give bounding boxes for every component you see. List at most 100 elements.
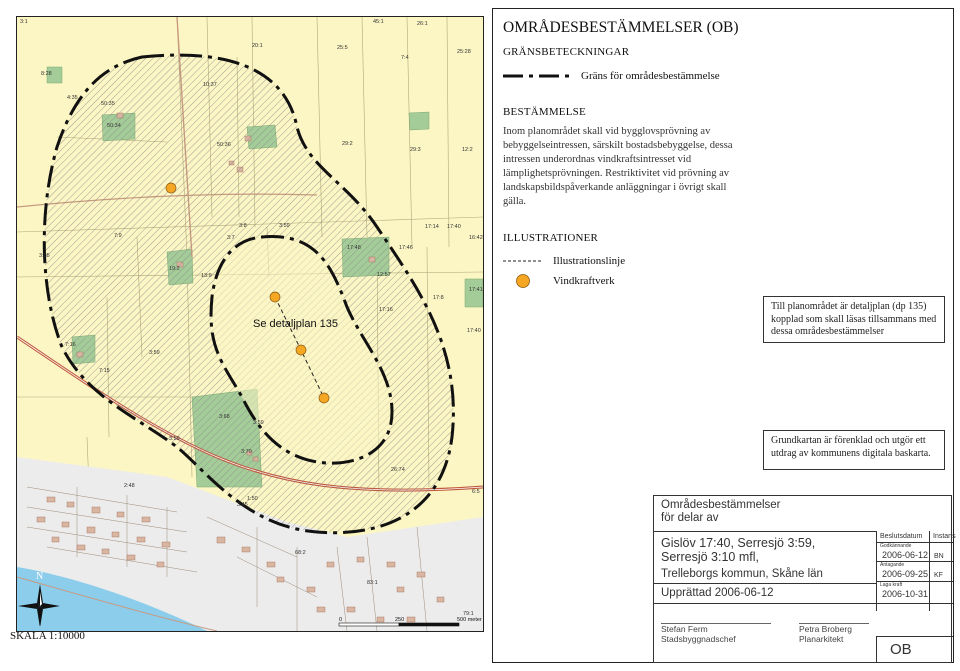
compass-icon: N — [18, 571, 60, 628]
building — [61, 521, 70, 528]
building — [51, 536, 60, 543]
scalebar-label-250: 250 — [395, 617, 404, 623]
building — [111, 531, 120, 538]
parcel-label: 45:1 — [373, 19, 384, 25]
boundary-legend-label: Gräns för områdesbestämmelse — [581, 70, 720, 82]
building — [136, 536, 146, 543]
parcel-label: 17:40 — [447, 224, 461, 230]
parcel-label: 3:59 — [253, 420, 264, 426]
building — [101, 548, 110, 555]
turbine-legend-label: Vindkraftverk — [553, 275, 615, 287]
building — [396, 586, 405, 593]
building — [46, 496, 56, 503]
panel-title: OMRÅDESBESTÄMMELSER (OB) — [503, 19, 739, 36]
building — [406, 616, 416, 623]
building — [266, 561, 276, 568]
building — [306, 586, 316, 593]
parcel-label: 10:37 — [203, 82, 217, 88]
basemap-note: Grundkartan är förenklad och utgör ett u… — [763, 430, 945, 470]
parcel-label: 3:8 — [239, 223, 247, 229]
parcel-label: 50:36 — [217, 142, 231, 148]
parcel-label: 50:34 — [107, 123, 121, 129]
building — [216, 536, 226, 544]
turbine-3[interactable] — [295, 344, 307, 356]
parcel-label: 3:1 — [20, 19, 28, 25]
north-arrow: N — [16, 570, 60, 628]
turbine-legend-row: Vindkraftverk — [503, 273, 615, 289]
building — [436, 596, 445, 603]
parcel-label: 29:3 — [410, 147, 421, 153]
turbine-4[interactable] — [318, 392, 330, 404]
sig2-title: Planarkitekt — [799, 634, 844, 644]
scalebar-label-500: 500 meter — [457, 617, 482, 623]
parcel-label: 25:5 — [337, 45, 348, 51]
parcel-label: 17:8 — [433, 295, 444, 301]
signature-2: Petra Broberg Planarkitekt — [799, 624, 852, 644]
building — [276, 576, 285, 583]
date-lagakraft: 2006-10-31 — [882, 589, 929, 599]
plan-code: OB — [890, 641, 912, 658]
parcel-label: 17:41 — [469, 287, 483, 293]
building — [356, 556, 365, 563]
scale-label: SKALA 1:10000 — [10, 630, 85, 642]
parcel-label: 13:9 — [201, 273, 212, 279]
parcel-label: 3:59 — [169, 436, 180, 442]
parcel-label: 26:1 — [417, 21, 428, 27]
illustration-legend-label: Illustrationslinje — [553, 255, 626, 267]
parcel-label: 4:35 — [67, 95, 78, 101]
tb-line2: för delar av — [661, 512, 719, 524]
building — [86, 526, 96, 534]
lbl-godkannande: Godkännande — [880, 543, 912, 549]
parcel-label: 3:45 — [237, 502, 248, 508]
parcel-label: 68:2 — [295, 550, 306, 556]
tb-upprattad: Upprättad 2006-06-12 — [661, 587, 774, 599]
turbine-1[interactable] — [165, 182, 177, 194]
building — [316, 606, 326, 613]
parcel-label: 7:15 — [99, 368, 110, 374]
building — [416, 571, 426, 578]
north-label: N — [36, 571, 43, 582]
parcel-label: 3:70 — [241, 449, 252, 455]
parcel-label: 26:74 — [391, 467, 405, 473]
lbl-lagakraft: Laga kraft — [880, 582, 903, 588]
tb-line1: Områdesbestämmelser — [661, 499, 781, 511]
building — [116, 511, 125, 518]
parcel-label: 6:5 — [472, 489, 480, 495]
parcel-label: 3:59 — [279, 223, 290, 229]
bestammelse-heading: BESTÄMMELSE — [503, 106, 586, 118]
title-block: Områdesbestämmelser för delar av Gislöv … — [653, 495, 956, 663]
dashed-line-symbol-icon — [503, 260, 543, 262]
col-instans: Instans — [933, 533, 956, 540]
parcel-label: 12:2 — [462, 147, 473, 153]
building — [376, 616, 385, 623]
building — [241, 546, 251, 553]
parcel-label: 3:95 — [39, 253, 50, 259]
inst-antagande: KF — [934, 572, 943, 579]
building — [326, 561, 335, 568]
inst-godkannande: BN — [934, 553, 944, 560]
building — [66, 501, 75, 508]
tb-municipality: Trelleborgs kommun, Skåne län — [661, 568, 823, 580]
turbine-2[interactable] — [269, 291, 281, 303]
map-area[interactable]: Se detaljplan 135 3:1 20:1 25:5 45:1 26:1 25:… — [16, 16, 484, 632]
date-godkannande: 2006-06-12 — [882, 550, 929, 560]
gransbeteckningar-heading: GRÄNSBETECKNINGAR — [503, 46, 630, 58]
illustration-legend-row: Illustrationslinje — [503, 255, 625, 267]
parcel-label: 8:28 — [41, 71, 52, 77]
parcel-label: 83:1 — [367, 580, 378, 586]
parcel-label: 17:16 — [379, 307, 393, 313]
parcel-label: 19:2 — [169, 266, 180, 272]
scalebar-label-0: 0 — [339, 617, 342, 623]
parcel-label: 7:4 — [401, 55, 409, 61]
parcel-label: 2:48 — [124, 483, 135, 489]
parcel-label: 50:35 — [101, 101, 115, 107]
signature-1: Stefan Ferm Stadsbyggnadschef — [661, 624, 736, 644]
parcel-label: 3:7 — [227, 235, 235, 241]
date-antagande: 2006-09-25 — [882, 569, 929, 579]
legend-panel: OMRÅDESBESTÄMMELSER (OB) GRÄNSBETECKNING… — [492, 8, 956, 663]
lbl-antagande: Antagande — [880, 562, 905, 568]
map-canvas: Se detaljplan 135 3:1 20:1 25:5 45:1 26:1 25:… — [17, 17, 483, 631]
building — [126, 554, 136, 561]
parcel-label: 17:48 — [347, 245, 361, 251]
bestammelse-text: Inom planområdet skall vid bygglovsprövn… — [503, 126, 733, 207]
